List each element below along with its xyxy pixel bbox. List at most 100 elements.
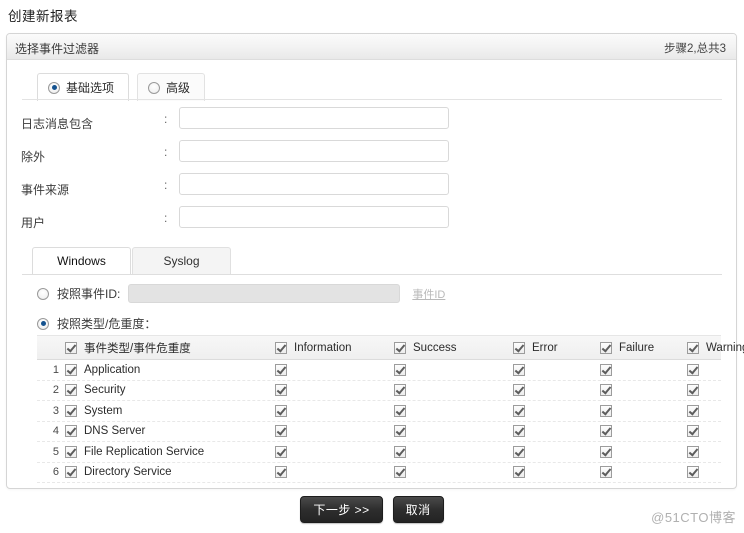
cell-warning	[687, 363, 744, 376]
checkbox-row-select[interactable]	[65, 404, 77, 417]
table-row[interactable]: 1 Application	[37, 360, 721, 381]
checkbox-success[interactable]	[394, 384, 406, 397]
checkbox-row-select[interactable]	[65, 363, 77, 376]
checkbox-header-warning[interactable]	[687, 341, 699, 354]
log-message-input[interactable]	[179, 107, 449, 129]
radio-by-event-id-icon[interactable]	[37, 287, 49, 300]
checkbox-error[interactable]	[513, 404, 525, 417]
field-label-exclude: 除外	[21, 150, 46, 164]
page-title: 创建新报表	[8, 9, 78, 24]
checkbox-failure[interactable]	[600, 466, 612, 479]
row-index: 6	[52, 466, 59, 479]
row-name-cell: DNS Server	[65, 425, 275, 438]
checkbox-information[interactable]	[275, 425, 287, 438]
field-row-exclude: 除外 :	[7, 139, 736, 172]
user-input[interactable]	[179, 206, 449, 228]
checkbox-header-success[interactable]	[394, 341, 406, 354]
tab-syslog[interactable]: Syslog	[132, 247, 231, 274]
wizard-step-indicator: 步骤2,总共3	[664, 43, 726, 55]
row-index: 2	[52, 384, 59, 397]
watermark: @51CTO博客	[651, 510, 736, 525]
log-tabs-divider	[22, 274, 722, 275]
field-row-log-message: 日志消息包含 :	[7, 106, 736, 139]
checkbox-row-select[interactable]	[65, 384, 77, 397]
field-colon-log-message: :	[164, 112, 168, 126]
cell-success	[394, 363, 513, 376]
row-name-cell: Security	[65, 384, 275, 397]
event-id-help-link[interactable]: 事件ID	[412, 286, 445, 302]
mode-tab-advanced-label: 高级	[166, 81, 191, 95]
checkbox-header-error[interactable]	[513, 341, 525, 354]
checkbox-row-select[interactable]	[65, 445, 77, 458]
grid-header-success-label: Success	[413, 341, 457, 354]
row-index: 5	[52, 445, 59, 458]
checkbox-failure[interactable]	[600, 445, 612, 458]
event-id-input[interactable]	[128, 284, 401, 303]
mode-tab-group: 基础选项 高级	[37, 73, 206, 101]
row-name-cell: File Replication Service	[65, 445, 275, 458]
table-row[interactable]: 6 Directory Service	[37, 462, 721, 483]
field-colon-user: :	[164, 211, 168, 225]
row-index: 4	[52, 425, 59, 438]
next-button[interactable]: 下一步 >>	[300, 496, 383, 523]
checkbox-information[interactable]	[275, 445, 287, 458]
checkbox-failure[interactable]	[600, 363, 612, 376]
checkbox-warning[interactable]	[687, 363, 699, 376]
checkbox-header-event-type[interactable]	[65, 341, 77, 354]
checkbox-header-information[interactable]	[275, 341, 287, 354]
cell-success	[394, 425, 513, 438]
radio-by-type-severity-icon[interactable]	[37, 317, 49, 330]
checkbox-error[interactable]	[513, 363, 525, 376]
field-label-user: 用户	[21, 216, 46, 230]
cell-information	[275, 466, 394, 479]
checkbox-row-select[interactable]	[65, 466, 77, 479]
table-row[interactable]: 4 DNS Server	[37, 421, 721, 442]
checkbox-failure[interactable]	[600, 425, 612, 438]
cell-failure	[600, 466, 687, 479]
checkbox-row-select[interactable]	[65, 425, 77, 438]
checkbox-failure[interactable]	[600, 404, 612, 417]
checkbox-information[interactable]	[275, 363, 287, 376]
row-name-label: Directory Service	[84, 466, 172, 479]
checkbox-error[interactable]	[513, 445, 525, 458]
exclude-input[interactable]	[179, 140, 449, 162]
mode-tab-advanced[interactable]: 高级	[137, 73, 206, 101]
checkbox-information[interactable]	[275, 404, 287, 417]
event-type-severity-grid: 事件类型/事件危重度 Information Success Error Fai…	[37, 335, 744, 483]
checkbox-error[interactable]	[513, 425, 525, 438]
checkbox-success[interactable]	[394, 466, 406, 479]
table-row[interactable]: 3 System	[37, 401, 721, 422]
mode-tab-basic[interactable]: 基础选项	[37, 73, 130, 101]
cell-failure	[600, 384, 687, 397]
checkbox-warning[interactable]	[687, 384, 699, 397]
checkbox-header-failure[interactable]	[600, 341, 612, 354]
checkbox-success[interactable]	[394, 445, 406, 458]
table-row[interactable]: 2 Security	[37, 380, 721, 401]
cancel-button[interactable]: 取消	[392, 496, 444, 523]
cell-success	[394, 404, 513, 417]
grid-header-success: Success	[394, 341, 513, 354]
checkbox-success[interactable]	[394, 404, 406, 417]
table-row[interactable]: 5 File Replication Service	[37, 442, 721, 463]
grid-header-warning-label: Warning	[706, 341, 744, 354]
checkbox-warning[interactable]	[687, 425, 699, 438]
checkbox-error[interactable]	[513, 466, 525, 479]
checkbox-information[interactable]	[275, 384, 287, 397]
cell-information	[275, 363, 394, 376]
checkbox-success[interactable]	[394, 363, 406, 376]
radio-basic-icon[interactable]	[48, 81, 60, 94]
checkbox-error[interactable]	[513, 384, 525, 397]
checkbox-warning[interactable]	[687, 445, 699, 458]
cell-error	[513, 466, 600, 479]
radio-advanced-icon[interactable]	[148, 81, 161, 94]
checkbox-warning[interactable]	[687, 404, 699, 417]
row-name-cell: Application	[65, 363, 275, 376]
event-source-input[interactable]	[179, 173, 449, 195]
tab-windows[interactable]: Windows	[32, 247, 131, 274]
checkbox-success[interactable]	[394, 425, 406, 438]
checkbox-information[interactable]	[275, 466, 287, 479]
checkbox-warning[interactable]	[687, 466, 699, 479]
row-name-label: File Replication Service	[84, 445, 205, 458]
checkbox-failure[interactable]	[600, 384, 612, 397]
field-label-log-message: 日志消息包含	[21, 117, 94, 131]
